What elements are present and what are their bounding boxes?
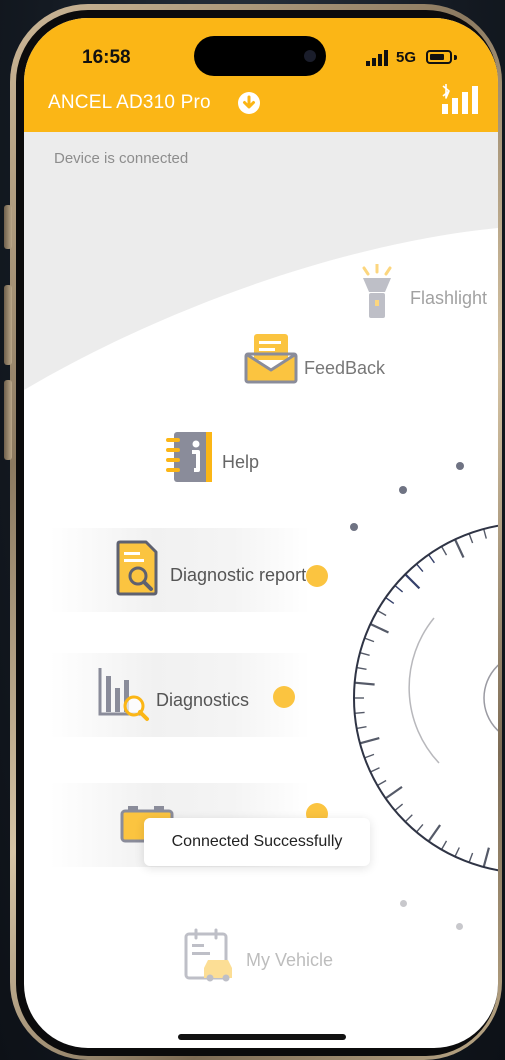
chart-search-icon xyxy=(98,668,149,721)
gauge-tick xyxy=(454,847,460,857)
gauge-tick xyxy=(428,554,435,564)
gauge-tick xyxy=(385,597,395,604)
gauge-tick xyxy=(354,711,365,714)
gauge-tick xyxy=(377,779,387,787)
gauge-tick xyxy=(468,852,474,863)
path-dot xyxy=(350,523,358,531)
gauge-tick xyxy=(359,652,370,656)
menu-item-my-vehicle[interactable] xyxy=(184,928,236,987)
gauge-tick xyxy=(440,840,448,850)
gauge-tick xyxy=(483,528,487,539)
gauge-tick xyxy=(364,637,375,643)
gauge-tick xyxy=(404,814,413,823)
gauge-tick xyxy=(370,767,380,773)
phone-side-button xyxy=(4,285,12,365)
gauge-tick xyxy=(394,584,404,593)
gauge-tick xyxy=(356,726,367,730)
menu-item-diagnostic-report[interactable] xyxy=(116,540,162,601)
active-dot xyxy=(273,686,295,708)
active-dot xyxy=(306,565,328,587)
flashlight-icon xyxy=(362,262,392,318)
gauge-tick xyxy=(468,533,474,544)
phone-side-button xyxy=(4,205,12,249)
app-screen: 16:58 5G ANCEL AD310 Pro Device is conne… xyxy=(24,18,498,1048)
menu-item-label[interactable]: Diagnostics xyxy=(156,690,249,711)
vehicle-calendar-icon xyxy=(184,928,232,982)
gauge-tick xyxy=(364,753,375,759)
menu-item-label[interactable]: FeedBack xyxy=(304,358,385,379)
gauge-tick xyxy=(482,847,490,868)
menu-item-help[interactable] xyxy=(166,430,214,489)
phone-side-button xyxy=(4,380,12,460)
menu-item-feedback[interactable] xyxy=(244,332,298,391)
gauge-tick xyxy=(404,573,421,590)
help-book-icon xyxy=(166,432,212,482)
gauge-tick xyxy=(384,785,403,800)
home-indicator[interactable] xyxy=(178,1034,346,1040)
menu-item-label[interactable]: My Vehicle xyxy=(246,950,333,971)
gauge-tick xyxy=(369,623,389,634)
toast-message: Connected Successfully xyxy=(144,818,370,866)
path-dot xyxy=(456,462,464,470)
gauge-tick xyxy=(427,824,442,843)
gauge-tick xyxy=(415,563,424,573)
gauge-tick xyxy=(359,737,380,745)
envelope-icon xyxy=(244,334,298,384)
gauge-tick xyxy=(415,823,424,833)
gauge-tick xyxy=(354,681,375,686)
gauge-tick xyxy=(454,538,465,558)
gauge-tick xyxy=(440,546,448,556)
gauge-tick xyxy=(356,666,367,670)
menu-item-flashlight[interactable] xyxy=(358,262,396,325)
gauge-tick xyxy=(394,803,404,812)
menu-item-diagnostics[interactable] xyxy=(96,666,152,727)
menu-item-label[interactable]: Help xyxy=(222,452,259,473)
path-dot xyxy=(399,486,407,494)
menu-item-label[interactable]: Flashlight xyxy=(410,288,487,309)
gauge-tick xyxy=(377,609,387,617)
report-search-icon xyxy=(116,540,158,596)
menu-item-label[interactable]: Diagnostic report xyxy=(170,565,306,586)
path-dot xyxy=(400,900,407,907)
path-dot xyxy=(456,923,463,930)
